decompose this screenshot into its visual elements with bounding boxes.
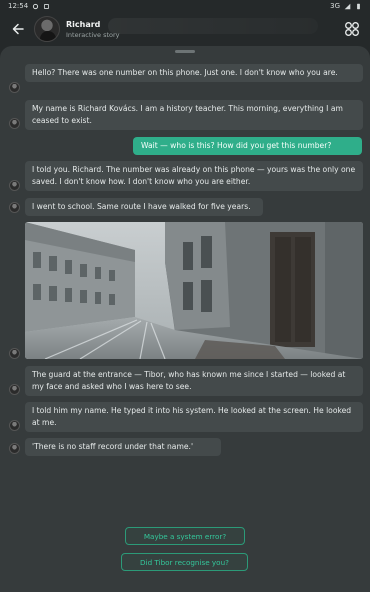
- chat-header: Richard Interactive story: [0, 12, 370, 46]
- message-bubble: I told him my name. He typed it into his…: [25, 402, 363, 432]
- character-avatar: [9, 384, 20, 395]
- character-avatar: [9, 420, 20, 431]
- message-bubble: The guard at the entrance — Tibor, who h…: [25, 366, 363, 396]
- character-avatar: [9, 443, 20, 454]
- character-avatar: [9, 82, 20, 93]
- message-row-user: Wait — who is this? How did you get this…: [133, 137, 362, 155]
- message-bubble: I went to school. Same route I have walk…: [25, 198, 263, 216]
- message-row: My name is Richard Kovács. I am a histor…: [25, 100, 363, 130]
- message-row: I went to school. Same route I have walk…: [25, 198, 263, 216]
- message-row: I told him my name. He typed it into his…: [25, 402, 363, 432]
- status-bar: 12:54 3G: [0, 0, 370, 12]
- character-avatar: [9, 202, 20, 213]
- grid-menu-icon[interactable]: [344, 21, 360, 37]
- message-bubble: 'There is no staff record under that nam…: [25, 438, 221, 456]
- character-avatar: [9, 348, 20, 359]
- message-row: The guard at the entrance — Tibor, who h…: [25, 366, 363, 396]
- character-avatar: [9, 118, 20, 129]
- network-label: 3G: [330, 2, 340, 10]
- signal-icon: [344, 3, 351, 9]
- gear-icon: [33, 3, 39, 9]
- suggestion-button[interactable]: Did Tibor recognise you?: [121, 553, 248, 571]
- avatar[interactable]: [34, 16, 60, 42]
- status-time: 12:54: [8, 2, 29, 10]
- chat-sheet: Hello? There was one number on this phon…: [0, 46, 370, 592]
- street-photo[interactable]: [25, 222, 363, 359]
- drag-handle[interactable]: [175, 50, 195, 53]
- message-row: I told you. Richard. The number was alre…: [25, 161, 363, 191]
- message-row: Hello? There was one number on this phon…: [25, 64, 363, 82]
- header-blur: [108, 18, 318, 34]
- message-bubble: Hello? There was one number on this phon…: [25, 64, 363, 82]
- suggestion-button[interactable]: Maybe a system error?: [125, 527, 245, 545]
- back-arrow-icon[interactable]: [10, 21, 26, 37]
- character-avatar: [9, 180, 20, 191]
- notification-icon: [44, 3, 50, 9]
- battery-icon: [357, 3, 360, 9]
- user-message-bubble: Wait — who is this? How did you get this…: [133, 137, 362, 155]
- street-photo-icon: [25, 222, 363, 359]
- message-bubble: I told you. Richard. The number was alre…: [25, 161, 363, 191]
- message-bubble: My name is Richard Kovács. I am a histor…: [25, 100, 363, 130]
- message-row: 'There is no staff record under that nam…: [25, 438, 221, 456]
